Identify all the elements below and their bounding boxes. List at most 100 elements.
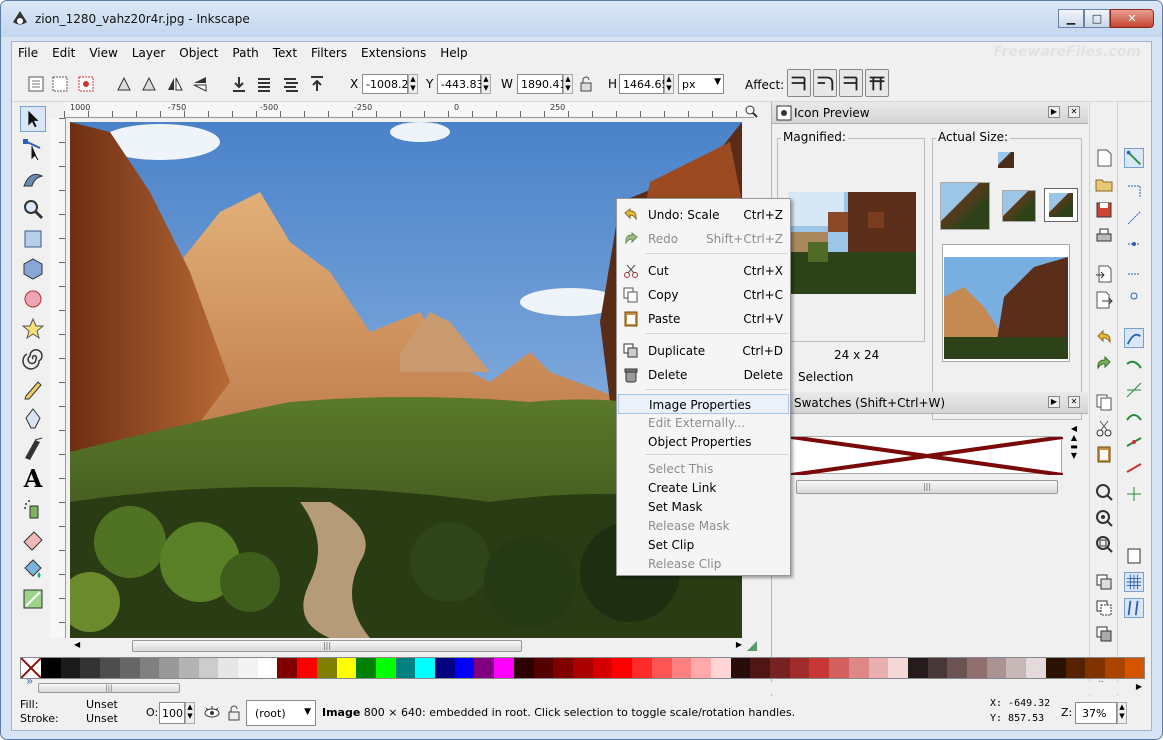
palette-swatch[interactable] — [474, 658, 495, 678]
layer-select[interactable]: (root) ▼ — [246, 700, 316, 726]
unlink-clone-icon[interactable] — [1094, 624, 1114, 644]
menu-item-delete[interactable]: Delete Delete — [618, 365, 789, 385]
redo-icon[interactable] — [1094, 354, 1114, 374]
zoom-tool-icon[interactable] — [20, 196, 46, 222]
affect-corners-icon[interactable] — [813, 69, 837, 97]
palette-swatch[interactable] — [238, 658, 258, 678]
save-icon[interactable] — [1094, 200, 1114, 220]
snap-object-midpoints-icon[interactable] — [1124, 458, 1144, 478]
node-tool-icon[interactable] — [20, 136, 46, 162]
deselect-icon[interactable] — [76, 74, 96, 94]
palette-swatch[interactable] — [1065, 658, 1086, 678]
palette-swatch[interactable] — [1006, 658, 1027, 678]
preview-128[interactable] — [942, 244, 1070, 362]
open-folder-icon[interactable] — [1094, 174, 1114, 194]
selection-label[interactable]: Selection — [798, 370, 853, 384]
palette-scrollbar[interactable]: ||| ▶ — [38, 682, 1142, 694]
snap-midpoints-icon[interactable] — [1124, 432, 1144, 452]
paint-bucket-tool-icon[interactable] — [20, 556, 46, 582]
minimize-button[interactable]: ▁ — [1058, 9, 1084, 28]
palette-swatch[interactable] — [60, 658, 81, 678]
menu-layer[interactable]: Layer — [132, 46, 165, 60]
menu-item-object-properties[interactable]: Object Properties — [618, 432, 789, 452]
import-icon[interactable] — [1094, 264, 1114, 284]
palette-swatch[interactable] — [494, 658, 514, 678]
snap-page-border-icon[interactable] — [1124, 546, 1144, 566]
cut-icon[interactable] — [1094, 418, 1114, 438]
palette-swatch[interactable] — [1124, 658, 1145, 678]
palette-swatch[interactable] — [848, 658, 869, 678]
snap-bbox-midpoint-icon[interactable] — [1124, 260, 1144, 280]
unit-select[interactable]: px ▼ — [678, 74, 724, 94]
w-spinner[interactable]: ▲ ▼ — [563, 74, 573, 94]
canvas-horizontal-scrollbar[interactable]: ◀ ||| ▶ — [70, 638, 742, 654]
preview-48[interactable] — [940, 182, 990, 230]
palette-swatch[interactable] — [927, 658, 948, 678]
scroll-left-icon[interactable]: ◀ — [74, 640, 80, 649]
layer-visibility-icon[interactable] — [203, 704, 221, 722]
raise-to-top-icon[interactable] — [229, 74, 249, 94]
menu-item-copy[interactable]: Copy Ctrl+C — [618, 285, 789, 305]
new-document-icon[interactable] — [1094, 148, 1114, 168]
pen-tool-icon[interactable] — [20, 406, 46, 432]
snap-bbox-icon[interactable] — [1124, 182, 1144, 202]
spray-tool-icon[interactable] — [20, 496, 46, 522]
zoom-spinner[interactable]: ▲ ▼ — [1117, 702, 1127, 724]
palette-swatch[interactable] — [435, 658, 455, 678]
palette-swatch[interactable] — [809, 658, 830, 678]
snap-bbox-edge-icon[interactable] — [1124, 208, 1144, 228]
export-icon[interactable] — [1094, 290, 1114, 310]
opacity-field[interactable]: 100 — [159, 702, 185, 724]
palette-swatch[interactable] — [336, 658, 357, 678]
palette-swatch[interactable] — [967, 658, 987, 678]
palette-swatch[interactable] — [1045, 658, 1066, 678]
print-icon[interactable] — [1094, 226, 1114, 246]
menu-item-undo[interactable]: Undo: Scale Ctrl+Z — [618, 205, 789, 225]
palette-swatch[interactable] — [454, 658, 475, 678]
palette-swatch[interactable] — [277, 658, 298, 678]
palette-swatch[interactable] — [257, 658, 278, 678]
palette-swatch[interactable] — [1026, 658, 1046, 678]
swatch-none[interactable] — [790, 435, 1064, 477]
zoom-fit-icon[interactable] — [744, 104, 758, 118]
palette-swatch[interactable] — [730, 658, 751, 678]
panel-collapse-button[interactable]: ▶ — [1048, 106, 1060, 118]
palette-swatch[interactable] — [297, 658, 317, 678]
maximize-button[interactable]: □ — [1084, 9, 1110, 28]
palette-swatch[interactable] — [80, 658, 101, 678]
lock-icon[interactable] — [579, 74, 593, 94]
menu-object[interactable]: Object — [179, 46, 218, 60]
h-spinner[interactable]: ▲ ▼ — [664, 74, 674, 94]
menu-filters[interactable]: Filters — [311, 46, 347, 60]
x-spinner[interactable]: ▲ ▼ — [408, 74, 418, 94]
palette-swatch[interactable] — [947, 658, 968, 678]
menu-item-paste[interactable]: Paste Ctrl+V — [618, 309, 789, 329]
snap-guides-icon[interactable] — [1124, 598, 1144, 618]
palette-swatch[interactable] — [41, 658, 61, 678]
canvas-scroll-thumb[interactable]: ||| — [132, 640, 522, 652]
menu-item-redo[interactable]: Redo Shift+Ctrl+Z — [618, 229, 789, 249]
palette-swatch[interactable] — [198, 658, 219, 678]
palette-swatch[interactable] — [218, 658, 239, 678]
clone-icon[interactable] — [1094, 598, 1114, 618]
w-field[interactable]: 1890.41 — [517, 74, 567, 94]
menu-extensions[interactable]: Extensions — [361, 46, 426, 60]
panel-collapse-button[interactable]: ▶ — [1048, 396, 1060, 408]
spiral-tool-icon[interactable] — [20, 346, 46, 372]
palette-swatch[interactable] — [789, 658, 810, 678]
menu-item-image-properties[interactable]: Image Properties — [618, 394, 789, 414]
palette-swatch[interactable] — [139, 658, 160, 678]
menu-text[interactable]: Text — [273, 46, 297, 60]
duplicate-icon[interactable] — [1094, 572, 1114, 592]
rotate-ccw-icon[interactable] — [114, 74, 134, 94]
palette-swatch[interactable] — [100, 658, 120, 678]
undo-icon[interactable] — [1094, 328, 1114, 348]
palette-swatch[interactable] — [1085, 658, 1105, 678]
menu-edit[interactable]: Edit — [52, 46, 75, 60]
rotate-cw-icon[interactable] — [139, 74, 159, 94]
zoom-drawing-icon[interactable] — [1094, 508, 1114, 528]
selector-tool-icon[interactable] — [20, 106, 46, 132]
palette-swatch[interactable] — [907, 658, 928, 678]
palette-swatch[interactable] — [612, 658, 633, 678]
menu-item-edit-externally[interactable]: Edit Externally... — [618, 413, 789, 433]
